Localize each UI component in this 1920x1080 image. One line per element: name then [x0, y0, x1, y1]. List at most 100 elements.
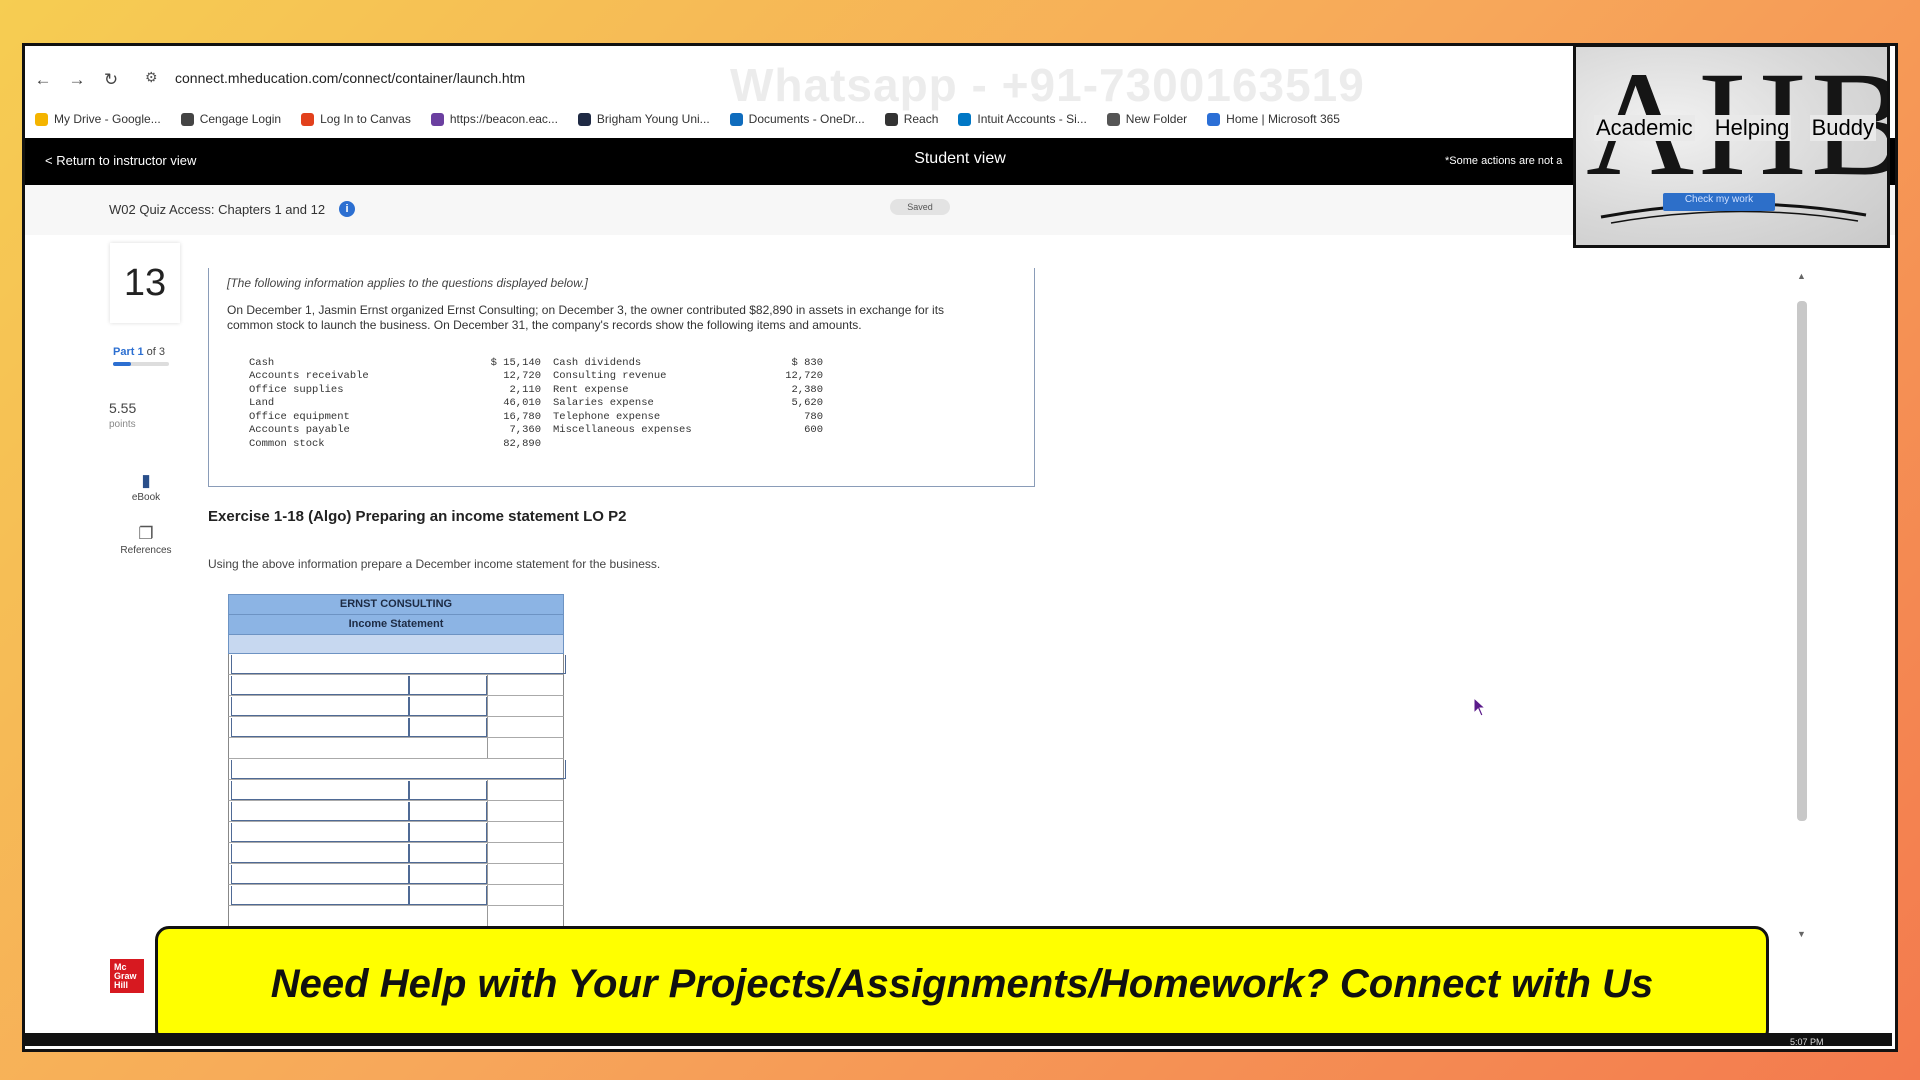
- worksheet-amount-input[interactable]: [409, 886, 487, 905]
- part-current: Part 1: [113, 346, 144, 358]
- bookmark-label: My Drive - Google...: [54, 112, 161, 126]
- account-cell-name: Land: [249, 397, 275, 410]
- bookmark-item[interactable]: Log In to Canvas: [301, 112, 411, 126]
- worksheet-total-cell[interactable]: [487, 738, 566, 758]
- worksheet-row: [228, 717, 564, 738]
- bookmark-item[interactable]: My Drive - Google...: [35, 112, 161, 126]
- worksheet-date-select[interactable]: [228, 635, 564, 654]
- worksheet-amount-input[interactable]: [409, 676, 487, 695]
- worksheet-account-dropdown[interactable]: [231, 844, 409, 863]
- forward-icon[interactable]: →: [65, 68, 89, 92]
- bookmark-favicon-icon: [301, 112, 315, 126]
- account-row: Office equipment 16,780 Telephone expense 7…: [249, 410, 823, 424]
- worksheet-amount-input[interactable]: [409, 844, 487, 863]
- worksheet-total-cell[interactable]: [487, 906, 566, 926]
- worksheet-total-cell[interactable]: [487, 675, 566, 695]
- account-cell-name: Cash: [249, 356, 275, 369]
- account-cell-name2: Rent expense: [553, 383, 629, 396]
- references-label: References: [120, 545, 172, 556]
- info-icon[interactable]: i: [339, 201, 355, 217]
- part-total: of 3: [146, 346, 165, 358]
- bookmark-item[interactable]: Documents - OneDr...: [729, 112, 865, 126]
- question-number: 13: [110, 243, 180, 323]
- points-value: 5.55: [109, 400, 137, 416]
- bookmark-label: New Folder: [1125, 112, 1188, 126]
- worksheet-account-dropdown[interactable]: [231, 760, 566, 779]
- bookmark-label: Documents - OneDr...: [748, 112, 865, 126]
- account-cell-name: Office supplies: [249, 383, 344, 396]
- worksheet-account-dropdown[interactable]: [231, 781, 409, 800]
- check-my-work-button[interactable]: Check my work: [1663, 193, 1775, 211]
- worksheet-account-dropdown[interactable]: [231, 655, 566, 674]
- bookmark-item[interactable]: Intuit Accounts - Si...: [958, 112, 1087, 126]
- worksheet-account-dropdown[interactable]: [231, 676, 409, 695]
- account-cell-name: Accounts receivable: [249, 370, 369, 383]
- promo-banner: Need Help with Your Projects/Assignments…: [155, 926, 1769, 1044]
- worksheet-account-dropdown[interactable]: [231, 697, 409, 716]
- worksheet-amount-input[interactable]: [409, 781, 487, 800]
- worksheet-account-dropdown[interactable]: [231, 886, 409, 905]
- shared-info-panel: [The following information applies to th…: [208, 268, 1035, 487]
- account-row: Accounts payable 7,360 Miscellaneous expen…: [249, 424, 823, 438]
- scrollbar-thumb[interactable]: [1797, 301, 1807, 821]
- worksheet-account-dropdown[interactable]: [231, 802, 409, 821]
- part-progress-fill: [113, 362, 132, 366]
- account-cell-value: 12,720: [503, 370, 541, 383]
- logo-words: Academic Helping Buddy: [1594, 115, 1876, 141]
- account-cell-value2: 780: [804, 410, 823, 423]
- worksheet-total-cell[interactable]: [487, 885, 566, 905]
- worksheet-amount-input[interactable]: [409, 697, 487, 716]
- worksheet-total-cell[interactable]: [487, 864, 566, 884]
- account-row: Accounts receivable 12,720 Consulting reve…: [249, 370, 823, 384]
- worksheet-account-dropdown[interactable]: [231, 865, 409, 884]
- worksheet-account-dropdown[interactable]: [231, 823, 409, 842]
- bookmark-item[interactable]: Brigham Young Uni...: [577, 112, 710, 126]
- account-cell-name2: Consulting revenue: [553, 370, 667, 383]
- bookmark-item[interactable]: Reach: [884, 112, 938, 126]
- bookmark-item[interactable]: Cengage Login: [180, 112, 281, 126]
- logo-word-buddy: Buddy: [1809, 115, 1876, 141]
- account-cell-name2: Telephone expense: [553, 410, 661, 423]
- worksheet-total-cell[interactable]: [487, 801, 566, 821]
- worksheet-row: [228, 675, 564, 696]
- worksheet-amount-input[interactable]: [409, 718, 487, 737]
- worksheet-total-cell[interactable]: [487, 717, 566, 737]
- worksheet-total-cell[interactable]: [487, 843, 566, 863]
- scroll-down-icon[interactable]: ▼: [1797, 929, 1806, 939]
- account-cell-value2: [723, 437, 823, 451]
- ebook-button[interactable]: ▮ eBook: [111, 471, 181, 503]
- worksheet-amount-input[interactable]: [409, 802, 487, 821]
- references-button[interactable]: ❐ References: [111, 524, 181, 556]
- worksheet-row: [228, 654, 566, 675]
- bookmark-favicon-icon: [180, 112, 194, 126]
- scroll-up-icon[interactable]: ▲: [1797, 271, 1806, 281]
- bookmark-favicon-icon: [958, 112, 972, 126]
- account-cell-value: 16,780: [503, 410, 541, 423]
- bookmark-favicon-icon: [884, 112, 898, 126]
- account-cell-name2: Cash dividends: [553, 356, 642, 369]
- info-note: [The following information applies to th…: [227, 276, 588, 290]
- bookmark-favicon-icon: [35, 112, 48, 126]
- worksheet-amount-input[interactable]: [409, 823, 487, 842]
- url-field[interactable]: connect.mheducation.com/connect/containe…: [175, 70, 525, 86]
- worksheet-row: [228, 843, 564, 864]
- bookmark-label: Brigham Young Uni...: [596, 112, 710, 126]
- account-cell-name2: [553, 437, 723, 451]
- content-scrollbar[interactable]: ▲ ▼: [1795, 271, 1809, 941]
- bookmark-item[interactable]: New Folder: [1106, 112, 1188, 126]
- reload-icon[interactable]: ↻: [99, 68, 123, 92]
- site-info-icon[interactable]: ⚙: [145, 69, 158, 86]
- account-row: Land 46,010 Salaries expense 5,620: [249, 397, 823, 411]
- worksheet-account-dropdown[interactable]: [231, 718, 409, 737]
- account-cell-value: 7,360: [509, 424, 541, 437]
- worksheet-total-cell[interactable]: [487, 822, 566, 842]
- account-row: Office supplies 2,110 Rent expense 2,380: [249, 383, 823, 397]
- bookmark-item[interactable]: https://beacon.eac...: [430, 112, 558, 126]
- account-cell-value: 82,890: [503, 437, 541, 450]
- bookmark-favicon-icon: [577, 112, 591, 126]
- worksheet-total-cell[interactable]: [487, 780, 566, 800]
- worksheet-total-cell[interactable]: [487, 696, 566, 716]
- back-icon[interactable]: ←: [31, 68, 55, 92]
- bookmark-item[interactable]: Home | Microsoft 365: [1207, 112, 1340, 126]
- worksheet-amount-input[interactable]: [409, 865, 487, 884]
